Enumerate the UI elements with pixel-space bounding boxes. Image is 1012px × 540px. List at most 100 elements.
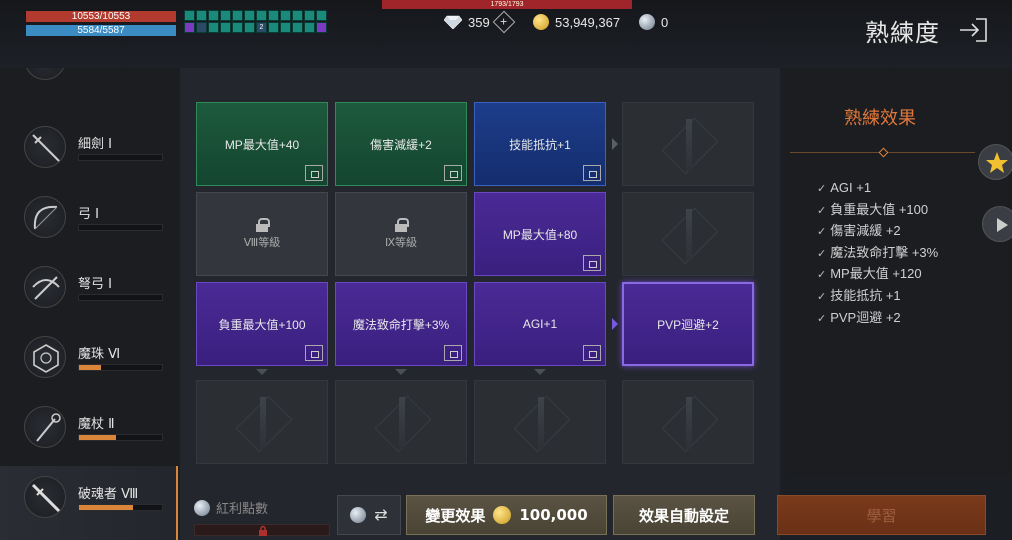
add-diamond-button[interactable]: + bbox=[492, 10, 516, 34]
buff-icon[interactable] bbox=[256, 10, 267, 21]
buff-icon[interactable] bbox=[268, 22, 279, 33]
weapon-progress-bar bbox=[78, 294, 163, 301]
crystal-currency: 0 bbox=[639, 14, 668, 30]
mastery-node-locked[interactable]: Ⅸ等級 bbox=[335, 192, 467, 276]
mastery-grid: MP最大值+40 傷害減緩+2 技能抵抗+1 Ⅷ等級 Ⅸ等級 MP最大值+80 … bbox=[180, 68, 780, 540]
bonus-points: 紅利點數 bbox=[194, 498, 268, 517]
swap-currency-button[interactable]: ⇄ bbox=[337, 495, 401, 535]
node-label: 負重最大值+100 bbox=[218, 317, 306, 332]
play-icon bbox=[997, 218, 1008, 232]
connector-arrow-icon bbox=[612, 138, 618, 150]
auto-set-effect-button[interactable]: 效果自動設定 bbox=[613, 495, 755, 535]
weapon-name: 破魂者 Ⅷ bbox=[78, 487, 139, 502]
buff-icon[interactable]: 2 bbox=[256, 22, 267, 33]
buff-icon[interactable] bbox=[232, 10, 243, 21]
node-label: AGI+1 bbox=[522, 317, 558, 331]
weapon-icon bbox=[24, 68, 66, 80]
mastery-node-empty[interactable] bbox=[196, 380, 328, 464]
buff-icon[interactable] bbox=[292, 10, 303, 21]
lock-icon bbox=[255, 218, 270, 232]
mastery-node[interactable]: 負重最大值+100 bbox=[196, 282, 328, 366]
node-lock-icon bbox=[583, 255, 601, 271]
favorite-side-button[interactable] bbox=[978, 144, 1012, 180]
buff-icon[interactable] bbox=[316, 22, 327, 33]
weapon-name: 魔珠 Ⅵ bbox=[78, 347, 121, 362]
mastery-node[interactable]: MP最大值+80 bbox=[474, 192, 606, 276]
crossbow-icon bbox=[24, 266, 66, 308]
buff-icon[interactable] bbox=[244, 22, 255, 33]
weapon-item-partial[interactable] bbox=[0, 68, 178, 96]
effect-item: ✓ 魔法致命打擊 +3% bbox=[817, 244, 939, 260]
buff-icon[interactable] bbox=[244, 10, 255, 21]
effects-list: ✓ AGI +1 ✓ 負重最大值 +100 ✓ 傷害減緩 +2 ✓ 魔法致命打擊 +3%… bbox=[817, 178, 938, 329]
buff-icon[interactable] bbox=[208, 22, 219, 33]
buff-icon[interactable] bbox=[280, 22, 291, 33]
mastery-node-empty[interactable] bbox=[622, 192, 754, 276]
buff-icon[interactable] bbox=[208, 10, 219, 21]
mastery-node-selected[interactable]: PVP迴避+2 bbox=[622, 282, 754, 366]
buff-icon[interactable] bbox=[316, 10, 327, 21]
mastery-node-empty[interactable] bbox=[474, 380, 606, 464]
exit-icon[interactable] bbox=[958, 17, 988, 43]
effect-item: ✓ PVP迴避 +2 bbox=[817, 309, 901, 325]
soulbreaker-icon bbox=[24, 476, 66, 518]
buff-icon[interactable] bbox=[268, 10, 279, 21]
buff-icon[interactable] bbox=[304, 22, 315, 33]
mastery-node-empty[interactable] bbox=[335, 380, 467, 464]
mastery-node[interactable]: 魔法致命打擊+3% bbox=[335, 282, 467, 366]
crystal-count: 0 bbox=[661, 14, 669, 30]
weapon-progress-bar bbox=[78, 154, 163, 161]
change-effect-button[interactable]: 變更效果 100,000 bbox=[406, 495, 607, 535]
mastery-node-empty[interactable] bbox=[622, 380, 754, 464]
effect-item: ✓ MP最大值 +120 bbox=[817, 266, 922, 282]
node-label: MP最大值+40 bbox=[224, 137, 300, 152]
weapon-item-staff[interactable]: 魔杖 Ⅱ bbox=[0, 396, 178, 464]
node-label: PVP迴避+2 bbox=[657, 317, 719, 332]
mastery-node-locked[interactable]: Ⅷ等級 bbox=[196, 192, 328, 276]
node-label: 魔法致命打擊+3% bbox=[352, 317, 450, 332]
mastery-node[interactable]: AGI+1 bbox=[474, 282, 606, 366]
play-side-button[interactable] bbox=[982, 206, 1012, 242]
buff-icon[interactable] bbox=[196, 10, 207, 21]
check-icon: ✓ bbox=[817, 183, 827, 195]
effect-item: ✓ 技能抵抗 +1 bbox=[817, 287, 901, 303]
weapon-item-orb[interactable]: 魔珠 Ⅵ bbox=[0, 326, 178, 394]
node-lock-icon bbox=[305, 345, 323, 361]
buff-icon[interactable] bbox=[292, 22, 303, 33]
buff-icon[interactable] bbox=[220, 22, 231, 33]
buff-icon[interactable] bbox=[184, 10, 195, 21]
change-effect-label: 變更效果 bbox=[425, 506, 486, 525]
hp-bar: 10553/10553 bbox=[26, 11, 176, 22]
mastery-node[interactable]: 傷害減緩+2 bbox=[335, 102, 467, 186]
learn-label: 學習 bbox=[866, 506, 897, 525]
mastery-node[interactable]: MP最大值+40 bbox=[196, 102, 328, 186]
mastery-node[interactable]: 技能抵抗+1 bbox=[474, 102, 606, 186]
weapon-item-soulbreaker[interactable]: 破魂者 Ⅷ bbox=[0, 466, 178, 540]
buff-icon[interactable] bbox=[232, 22, 243, 33]
node-lock-icon bbox=[583, 345, 601, 361]
crystal-orb-icon bbox=[350, 507, 367, 523]
buff-icon[interactable] bbox=[184, 22, 195, 33]
weapon-item-crossbow[interactable]: 弩弓 Ⅰ bbox=[0, 256, 178, 324]
diamond-currency: 359 + bbox=[444, 10, 516, 34]
weapon-item-bow[interactable]: 弓 Ⅰ bbox=[0, 186, 178, 254]
change-effect-cost: 100,000 bbox=[519, 506, 588, 524]
weapon-progress-bar bbox=[78, 504, 163, 511]
connector-arrow-icon bbox=[612, 318, 618, 330]
mastery-node-empty[interactable] bbox=[622, 102, 754, 186]
weapon-name: 弓 Ⅰ bbox=[78, 207, 99, 222]
staff-icon bbox=[24, 406, 66, 448]
buff-icon[interactable] bbox=[196, 22, 207, 33]
buff-icon[interactable] bbox=[220, 10, 231, 21]
buff-icon[interactable] bbox=[280, 10, 291, 21]
weapon-item-rapier[interactable]: 細劍 Ⅰ bbox=[0, 116, 178, 184]
node-label: MP最大值+80 bbox=[502, 227, 578, 242]
diamond-count: 359 bbox=[468, 14, 490, 30]
connector-down-arrow-icon bbox=[395, 369, 407, 375]
node-lock-icon bbox=[444, 345, 462, 361]
weapon-progress-bar bbox=[78, 364, 163, 371]
learn-button[interactable]: 學習 bbox=[777, 495, 986, 535]
target-hp-bar: 1793/1793 bbox=[382, 0, 632, 9]
weapon-progress-bar bbox=[78, 224, 163, 231]
buff-icon[interactable] bbox=[304, 10, 315, 21]
